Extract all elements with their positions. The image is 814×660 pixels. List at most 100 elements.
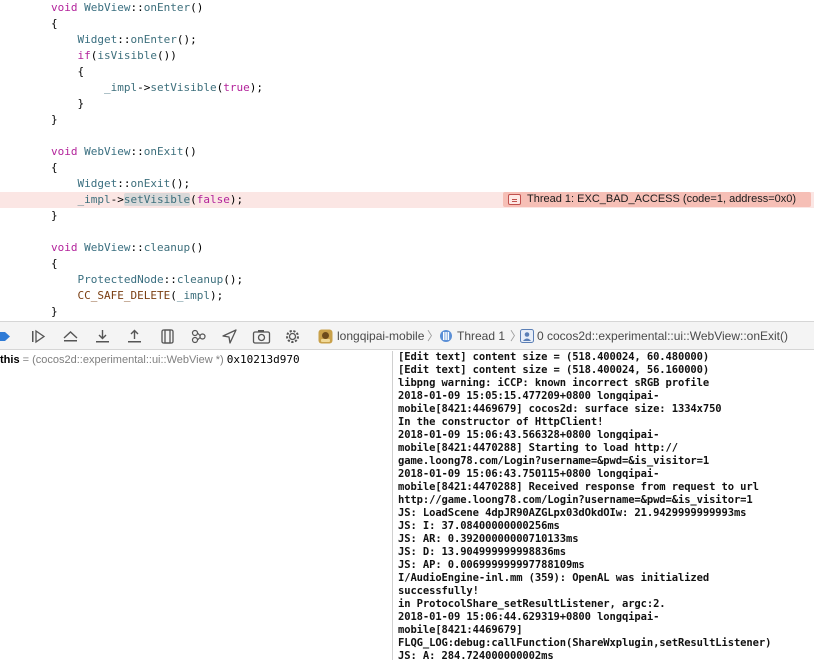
code-token: ( bbox=[170, 289, 177, 302]
code-line[interactable]: } bbox=[0, 96, 814, 112]
code-token: WebView bbox=[84, 145, 131, 158]
code-line[interactable]: CC_SAFE_DELETE(_impl); bbox=[0, 288, 814, 304]
console-line: mobile[8421:4470288] Received response f… bbox=[398, 481, 759, 493]
location-icon[interactable] bbox=[221, 328, 238, 345]
code-token: { bbox=[51, 65, 85, 78]
console-line: FLQG_LOG:debug:callFunction(ShareWxplugi… bbox=[398, 637, 772, 649]
code-line[interactable]: { bbox=[0, 16, 814, 32]
code-token: _impl bbox=[77, 193, 111, 206]
console-line: 2018-01-09 15:06:43.750115+0800 longqipa… bbox=[398, 468, 660, 480]
stack-frame-icon bbox=[520, 329, 534, 343]
console-line: in ProtocolShare_setResultListener, argc… bbox=[398, 598, 666, 610]
memory-graph-icon[interactable] bbox=[190, 328, 207, 345]
error-message: Thread 1: EXC_BAD_ACCESS (code=1, addres… bbox=[527, 193, 797, 205]
code-token: (); bbox=[170, 177, 191, 190]
breadcrumb-thread[interactable]: Thread 1 bbox=[457, 329, 505, 344]
breakpoints-toggle-icon[interactable] bbox=[0, 328, 12, 345]
code-line[interactable]: void WebView::cleanup() bbox=[0, 240, 814, 256]
code-token: () bbox=[190, 241, 204, 254]
code-line[interactable]: Widget::onEnter(); bbox=[0, 32, 814, 48]
code-line[interactable]: _impl->setVisible(true); bbox=[0, 80, 814, 96]
code-token: ); bbox=[209, 289, 224, 302]
code-token: } bbox=[51, 97, 85, 110]
code-line[interactable] bbox=[0, 224, 814, 240]
code-token: void bbox=[51, 145, 85, 158]
code-token: :: bbox=[117, 33, 131, 46]
code-line[interactable]: { bbox=[0, 256, 814, 272]
console-line: JS: A: 284.724000000002ms bbox=[398, 650, 554, 660]
code-token: ProtectedNode bbox=[77, 273, 164, 286]
console-line: I/AudioEngine-inl.mm (359): OpenAL was i… bbox=[398, 572, 710, 584]
console-line: In the constructor of HttpClient! bbox=[398, 416, 604, 428]
code-token: () bbox=[183, 145, 197, 158]
variables-view[interactable]: this = (cocos2d::experimental::ui::WebVi… bbox=[0, 351, 392, 660]
code-token: ( bbox=[190, 193, 197, 206]
code-token: setVisible bbox=[150, 81, 217, 94]
console-line: [Edit text] content size = (518.400024, … bbox=[398, 351, 710, 363]
console-line: 2018-01-09 15:06:43.566328+0800 longqipa… bbox=[398, 429, 660, 441]
console-line: 2018-01-09 15:05:15.477209+0800 longqipa… bbox=[398, 390, 660, 402]
code-token: true bbox=[223, 81, 250, 94]
continue-icon[interactable] bbox=[30, 328, 47, 345]
code-token: :: bbox=[130, 145, 144, 158]
code-line[interactable]: Widget::onExit(); bbox=[0, 176, 814, 192]
breadcrumb-app[interactable]: longqipai-mobile bbox=[337, 329, 424, 344]
code-token: } bbox=[51, 209, 58, 222]
code-line[interactable]: } bbox=[0, 208, 814, 224]
code-token: -> bbox=[110, 193, 124, 206]
code-token: } bbox=[51, 113, 58, 126]
variable-value: 0x10213d970 bbox=[226, 353, 300, 366]
console-line: game.loong78.com/Login?username=&pwd=&is… bbox=[398, 455, 710, 467]
code-token: setVisible bbox=[123, 193, 191, 206]
code-token: cleanup bbox=[176, 273, 224, 286]
code-token: (); bbox=[223, 273, 244, 286]
code-line[interactable]: void WebView::onExit() bbox=[0, 144, 814, 160]
console-line: libpng warning: iCCP: known incorrect sR… bbox=[398, 377, 710, 389]
console-line: JS: AP: 0.006999999997788109ms bbox=[398, 559, 585, 571]
code-line[interactable]: { bbox=[0, 64, 814, 80]
debug-bar: longqipai-mobile 〉 Thread 1 〉 0 cocos2d:… bbox=[0, 321, 814, 350]
console-line: JS: I: 37.08400000000256ms bbox=[398, 520, 560, 532]
code-token: :: bbox=[163, 273, 177, 286]
view-hierarchy-icon[interactable] bbox=[159, 328, 176, 345]
code-token: { bbox=[51, 257, 58, 270]
code-line[interactable]: } bbox=[0, 304, 814, 320]
code-token: Widget bbox=[77, 33, 118, 46]
console-line: JS: D: 13.904999999998836ms bbox=[398, 546, 566, 558]
code-token: :: bbox=[130, 1, 144, 14]
source-editor[interactable]: void WebView::onEnter(){ Widget::onEnter… bbox=[0, 0, 814, 321]
error-annotation[interactable]: Thread 1: EXC_BAD_ACCESS (code=1, addres… bbox=[503, 192, 811, 207]
code-line[interactable]: ProtectedNode::cleanup(); bbox=[0, 272, 814, 288]
code-token: } bbox=[51, 305, 58, 318]
step-into-icon[interactable] bbox=[94, 328, 111, 345]
variable-type: = (cocos2d::experimental::ui::WebView *) bbox=[22, 354, 224, 366]
code-token: CC_SAFE_DELETE bbox=[77, 289, 171, 302]
app-icon bbox=[318, 329, 333, 344]
code-token: void bbox=[51, 1, 85, 14]
code-line[interactable] bbox=[0, 128, 814, 144]
code-token: (); bbox=[176, 33, 197, 46]
gear-icon[interactable] bbox=[284, 328, 301, 345]
code-line[interactable]: { bbox=[0, 160, 814, 176]
code-token: _impl bbox=[176, 289, 210, 302]
code-line[interactable]: } bbox=[0, 112, 814, 128]
variable-row[interactable]: this = (cocos2d::experimental::ui::WebVi… bbox=[0, 352, 300, 368]
code-line[interactable]: void WebView::onEnter() bbox=[0, 0, 814, 16]
code-line[interactable]: if(isVisible()) bbox=[0, 48, 814, 64]
code-token: onEnter bbox=[130, 33, 177, 46]
console-line: mobile[8421:4469679] bbox=[398, 624, 523, 636]
code-token: { bbox=[51, 161, 58, 174]
console-output[interactable]: [Edit text] content size = (518.400024, … bbox=[393, 351, 814, 660]
breadcrumb-frame[interactable]: 0 cocos2d::experimental::ui::WebView::on… bbox=[537, 329, 788, 344]
code-token: onExit bbox=[130, 177, 171, 190]
step-out-icon[interactable] bbox=[126, 328, 143, 345]
console-line: successfully! bbox=[398, 585, 479, 597]
step-over-icon[interactable] bbox=[62, 328, 79, 345]
camera-icon[interactable] bbox=[252, 328, 271, 345]
console-line: JS: AR: 0.39200000000710133ms bbox=[398, 533, 579, 545]
code-token: ); bbox=[249, 81, 263, 94]
